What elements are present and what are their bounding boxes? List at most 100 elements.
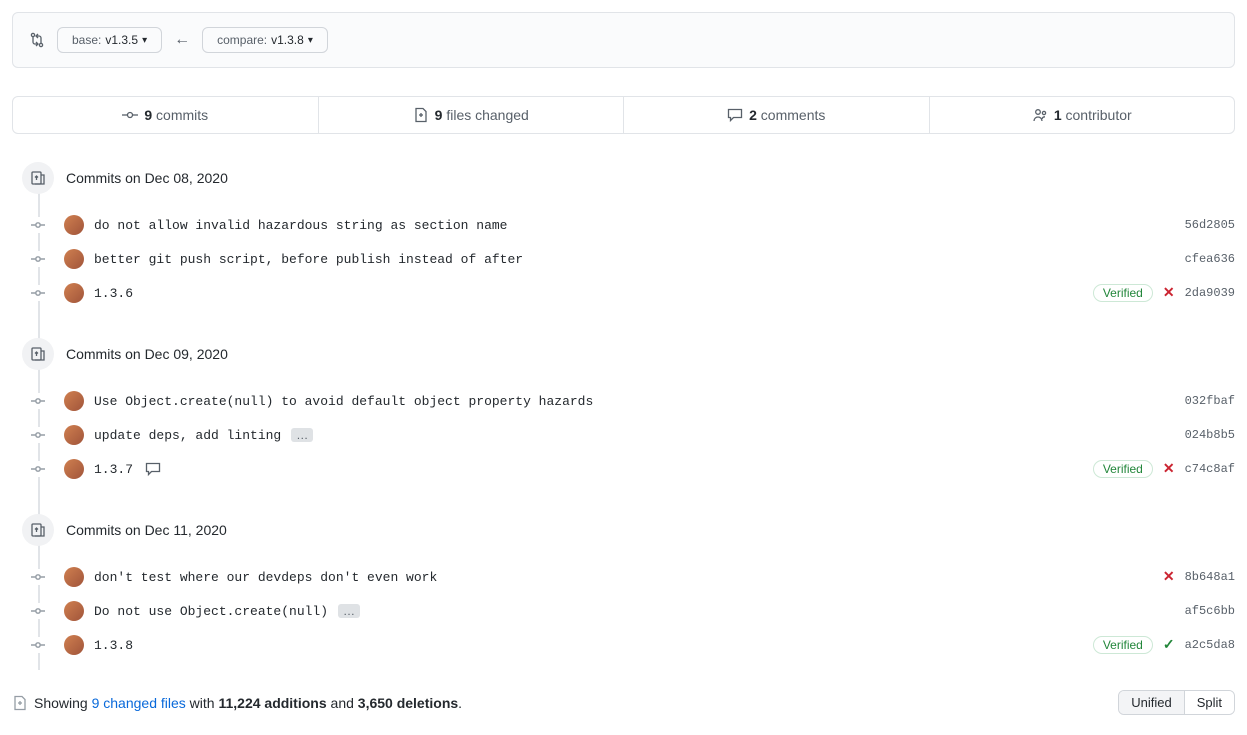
commit-meta: Verified ✕ c74c8af: [1093, 460, 1235, 478]
commit-node-icon: [30, 393, 46, 409]
commit-meta: 032fbaf: [1185, 394, 1235, 408]
file-diff-icon: [413, 107, 429, 123]
verified-badge[interactable]: Verified: [1093, 636, 1153, 654]
commit-sha[interactable]: 56d2805: [1185, 218, 1235, 232]
commit-message[interactable]: don't test where our devdeps don't even …: [94, 570, 437, 585]
commit-node-icon: [30, 569, 46, 585]
base-branch-button[interactable]: base: v1.3.5 ▾: [57, 27, 162, 53]
commit-meta: 56d2805: [1185, 218, 1235, 232]
avatar[interactable]: [64, 635, 84, 655]
commit-sha[interactable]: a2c5da8: [1185, 638, 1235, 652]
commit-message[interactable]: Do not use Object.create(null): [94, 604, 328, 619]
commit-meta: ✕ 8b648a1: [1163, 569, 1235, 586]
compare-tabnav: 9 commits 9 files changed 2 comments 1 c…: [12, 96, 1235, 134]
repo-push-icon: [22, 514, 54, 546]
commit-sha[interactable]: af5c6bb: [1185, 604, 1235, 618]
verified-badge[interactable]: Verified: [1093, 284, 1153, 302]
files-label: files changed: [446, 107, 529, 123]
commit-message[interactable]: 1.3.7: [94, 462, 133, 477]
compare-bar: base: v1.3.5 ▾ ← compare: v1.3.8 ▾: [12, 12, 1235, 68]
commit-meta: Verified ✕ 2da9039: [1093, 284, 1235, 302]
commit-icon: [122, 107, 138, 123]
commit-sha[interactable]: 8b648a1: [1185, 570, 1235, 584]
commit-node-icon: [30, 251, 46, 267]
comment-icon: [727, 107, 743, 123]
compare-prefix: compare:: [217, 33, 267, 47]
day-header-text: Commits on Dec 11, 2020: [66, 522, 227, 538]
compare-branch-button[interactable]: compare: v1.3.8 ▾: [202, 27, 328, 53]
caret-down-icon: ▾: [308, 35, 313, 46]
commit-message[interactable]: update deps, add linting: [94, 428, 281, 443]
tab-contributors[interactable]: 1 contributor: [930, 97, 1235, 133]
avatar[interactable]: [64, 215, 84, 235]
people-icon: [1032, 107, 1048, 123]
commit-sha[interactable]: 2da9039: [1185, 286, 1235, 300]
ellipsis-button[interactable]: …: [291, 428, 313, 442]
day-header: Commits on Dec 09, 2020: [30, 338, 1235, 370]
commit-day-group: Commits on Dec 08, 2020 do not allow inva…: [30, 162, 1235, 310]
repo-push-icon: [22, 162, 54, 194]
commit-message[interactable]: Use Object.create(null) to avoid default…: [94, 394, 593, 409]
commit-message[interactable]: 1.3.6: [94, 286, 133, 301]
commit-row: do not allow invalid hazardous string as…: [30, 208, 1235, 242]
avatar[interactable]: [64, 601, 84, 621]
commit-node-icon: [30, 603, 46, 619]
tab-files-changed[interactable]: 9 files changed: [319, 97, 625, 133]
git-compare-icon: [29, 32, 45, 48]
avatar[interactable]: [64, 283, 84, 303]
caret-down-icon: ▾: [142, 35, 147, 46]
commit-day-group: Commits on Dec 11, 2020 don't test where …: [30, 514, 1235, 662]
avatar[interactable]: [64, 425, 84, 445]
commit-meta: Verified ✓ a2c5da8: [1093, 636, 1235, 654]
x-icon[interactable]: ✕: [1163, 461, 1175, 478]
repo-push-icon: [22, 338, 54, 370]
avatar[interactable]: [64, 459, 84, 479]
compare-ref: v1.3.8: [271, 33, 304, 47]
day-header-text: Commits on Dec 08, 2020: [66, 170, 228, 186]
commit-node-icon: [30, 427, 46, 443]
commits-count: 9: [144, 107, 152, 123]
commit-message[interactable]: do not allow invalid hazardous string as…: [94, 218, 507, 233]
x-icon[interactable]: ✕: [1163, 285, 1175, 302]
avatar[interactable]: [64, 391, 84, 411]
files-count: 9: [435, 107, 443, 123]
ellipsis-button[interactable]: …: [338, 604, 360, 618]
commit-row: 1.3.6 Verified ✕ 2da9039: [30, 276, 1235, 310]
commit-row: Do not use Object.create(null) … af5c6bb: [30, 594, 1235, 628]
commits-timeline: Commits on Dec 08, 2020 do not allow inva…: [12, 162, 1235, 662]
base-ref: v1.3.5: [105, 33, 138, 47]
commit-message[interactable]: better git push script, before publish i…: [94, 252, 523, 267]
avatar[interactable]: [64, 567, 84, 587]
tab-comments[interactable]: 2 comments: [624, 97, 930, 133]
commit-sha[interactable]: cfea636: [1185, 252, 1235, 266]
day-header: Commits on Dec 11, 2020: [30, 514, 1235, 546]
commit-node-icon: [30, 217, 46, 233]
verified-badge[interactable]: Verified: [1093, 460, 1153, 478]
x-icon[interactable]: ✕: [1163, 569, 1175, 586]
commit-sha[interactable]: 024b8b5: [1185, 428, 1235, 442]
check-icon[interactable]: ✓: [1163, 637, 1175, 654]
day-header: Commits on Dec 08, 2020: [30, 162, 1235, 194]
commit-sha[interactable]: c74c8af: [1185, 462, 1235, 476]
contributors-count: 1: [1054, 107, 1062, 123]
tab-commits[interactable]: 9 commits: [13, 97, 319, 133]
commit-row: Use Object.create(null) to avoid default…: [30, 384, 1235, 418]
comments-label: comments: [761, 107, 826, 123]
comment-icon[interactable]: [145, 461, 161, 477]
commit-row: better git push script, before publish i…: [30, 242, 1235, 276]
commit-message[interactable]: 1.3.8: [94, 638, 133, 653]
commits-label: commits: [156, 107, 208, 123]
contributors-label: contributor: [1066, 107, 1132, 123]
commit-sha[interactable]: 032fbaf: [1185, 394, 1235, 408]
commit-row: don't test where our devdeps don't even …: [30, 560, 1235, 594]
commit-meta: 024b8b5: [1185, 428, 1235, 442]
commit-node-icon: [30, 637, 46, 653]
base-prefix: base:: [72, 33, 101, 47]
commit-meta: cfea636: [1185, 252, 1235, 266]
commit-day-group: Commits on Dec 09, 2020 Use Object.create…: [30, 338, 1235, 486]
commit-row: 1.3.7 Verified ✕ c74c8af: [30, 452, 1235, 486]
avatar[interactable]: [64, 249, 84, 269]
commit-meta: af5c6bb: [1185, 604, 1235, 618]
arrow-left-icon: ←: [174, 31, 190, 49]
comments-count: 2: [749, 107, 757, 123]
